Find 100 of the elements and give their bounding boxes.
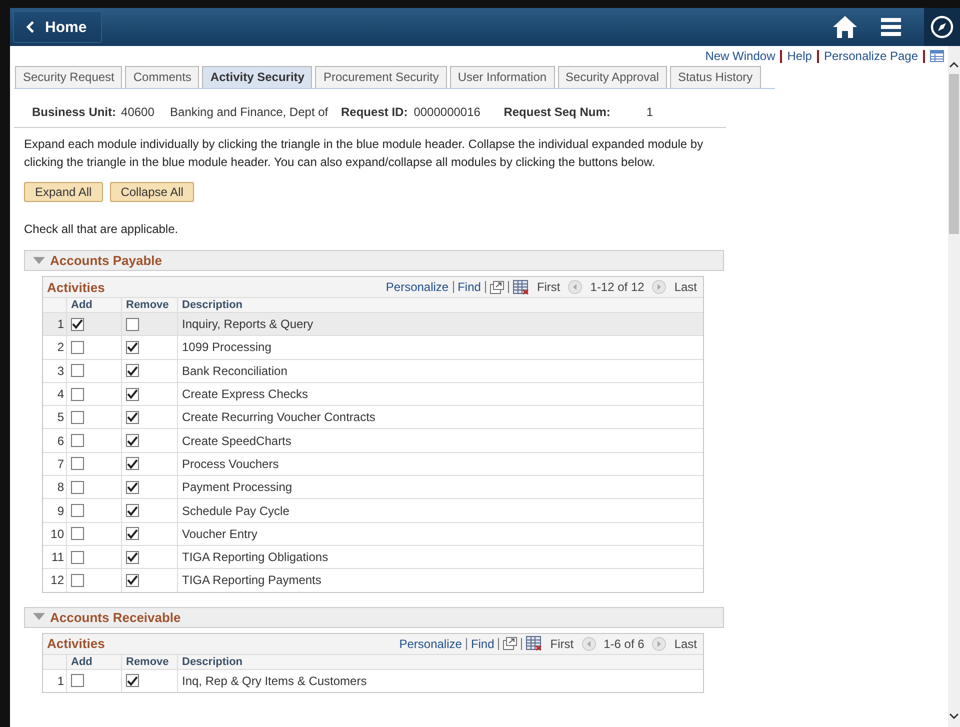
new-window-icon[interactable] [503,637,518,650]
add-checkbox[interactable] [71,340,84,354]
add-checkbox[interactable] [71,527,84,540]
table-row[interactable]: 3 Bank Reconciliation [43,358,703,382]
table-row[interactable]: 7 Process Vouchers [43,452,703,476]
spreadsheet-icon[interactable] [526,636,542,652]
remove-checkbox[interactable] [126,674,139,688]
spreadsheet-icon[interactable] [512,280,529,294]
row-number: 7 [56,456,65,473]
description-text: Create SpeedCharts [182,434,292,448]
row-number: 3 [56,362,65,380]
field-value: 1 [646,105,654,119]
scroll-thumb[interactable] [949,74,959,234]
tab[interactable]: Security Request [15,66,122,88]
first-label: First [536,280,560,294]
page-link[interactable]: New Window [705,49,776,63]
add-checkbox[interactable] [71,574,84,587]
description-text: Schedule Pay Cycle [182,504,290,518]
module-header[interactable]: Accounts Payable [24,250,724,271]
table-row[interactable]: 1 Inq, Rep & Qry Items & Customers [43,668,703,692]
home-icon[interactable] [832,15,858,39]
field-label: Request Seq Num: [504,105,610,119]
table-row[interactable]: 10 Voucher Entry [43,522,703,545]
menu-icon[interactable] [880,17,902,37]
range-label: 1-6 of 6 [604,636,644,651]
table-row[interactable]: 6 Create SpeedCharts [43,428,703,452]
compass-icon[interactable] [930,15,954,39]
row-number: 2 [56,339,65,356]
add-checkbox[interactable] [71,364,84,378]
tab[interactable]: Activity Security [202,66,312,88]
remove-checkbox[interactable] [126,364,139,378]
row-number: 1 [56,316,65,334]
remove-checkbox[interactable] [126,574,139,587]
table-row[interactable]: 8 Payment Processing [43,475,703,498]
remove-checkbox[interactable] [126,480,139,494]
table-row[interactable]: 11 TIGA Reporting Obligations [43,544,703,568]
action-button[interactable]: Collapse All [110,182,194,202]
add-checkbox[interactable] [71,480,84,494]
action-button[interactable]: Expand All [24,182,103,202]
instructions-text: Expand each module individually by clicking the triangle in the blue module header. Collapse the individual expanded module by clicking the triangle in the blue module header. You can also expand/collapse all modules by clicking the buttons below. [23,136,704,170]
remove-checkbox[interactable] [126,434,139,448]
new-window-icon[interactable] [490,280,504,294]
remove-checkbox[interactable] [126,550,139,564]
table-row[interactable]: 12 TIGA Reporting Payments [43,568,703,592]
scrollbar[interactable] [948,46,960,727]
home-button[interactable]: Home [13,11,102,43]
description-text: Inq, Rep & Qry Items & Customers [182,674,367,688]
remove-checkbox[interactable] [126,457,139,470]
first-label: First [550,636,574,651]
range-label: 1-12 of 12 [590,280,644,294]
add-checkbox[interactable] [71,550,84,564]
remove-checkbox[interactable] [126,388,139,401]
row-number: 12 [50,572,65,590]
add-checkbox[interactable] [71,410,84,424]
table-row[interactable]: 1 Inquiry, Reports & Query [43,312,703,336]
row-number: 9 [56,502,65,520]
description-text: Inquiry, Reports & Query [182,317,314,332]
add-checkbox[interactable] [71,674,84,688]
table-row[interactable]: 5 Create Recurring Voucher Contracts [43,405,703,428]
add-checkbox[interactable] [71,434,84,448]
grid-link[interactable]: Personalize [386,280,449,294]
add-checkbox[interactable] [71,318,84,331]
remove-checkbox[interactable] [126,340,139,354]
row-number: 8 [56,479,65,496]
row-number: 5 [56,409,65,426]
remove-checkbox[interactable] [126,410,139,424]
tab[interactable]: Security Approval [558,66,667,88]
field-value: 0000000016 [414,105,482,119]
grid-link[interactable]: Find [470,636,494,651]
remove-checkbox[interactable] [126,504,139,518]
tab[interactable]: Procurement Security [315,66,447,88]
add-checkbox[interactable] [71,388,84,401]
remove-checkbox[interactable] [126,318,139,331]
description-text: TIGA Reporting Obligations [182,550,328,564]
module-title: Accounts Receivable [50,610,181,625]
remove-checkbox[interactable] [126,527,139,540]
add-checkbox[interactable] [71,457,84,470]
page-link[interactable]: Help [787,49,812,63]
row-number: 6 [56,432,65,450]
row-number: 10 [50,526,65,543]
module-header[interactable]: Accounts Receivable [24,606,724,628]
scroll-down-icon[interactable] [949,713,959,719]
grid-icon[interactable] [930,50,944,62]
scroll-up-icon[interactable] [949,62,959,68]
description-text: Create Express Checks [182,387,308,402]
tab[interactable]: Comments [125,66,200,88]
table-row[interactable]: 9 Schedule Pay Cycle [43,498,703,522]
tab[interactable]: Status History [670,66,761,88]
grid-link[interactable]: Find [458,280,481,294]
table-row[interactable]: 4 Create Express Checks [43,382,703,406]
add-checkbox[interactable] [71,504,84,518]
table-row[interactable]: 2 1099 Processing [43,335,703,359]
description-text: Process Vouchers [182,456,279,471]
grid-link[interactable]: Personalize [399,636,462,651]
tab[interactable]: User Information [450,66,555,88]
note-text: Check all that are applicable. [24,222,180,236]
field-label: Request ID: [341,105,408,119]
row-number: 1 [56,672,65,690]
page-link[interactable]: Personalize Page [824,49,918,63]
last-label: Last [674,280,697,294]
